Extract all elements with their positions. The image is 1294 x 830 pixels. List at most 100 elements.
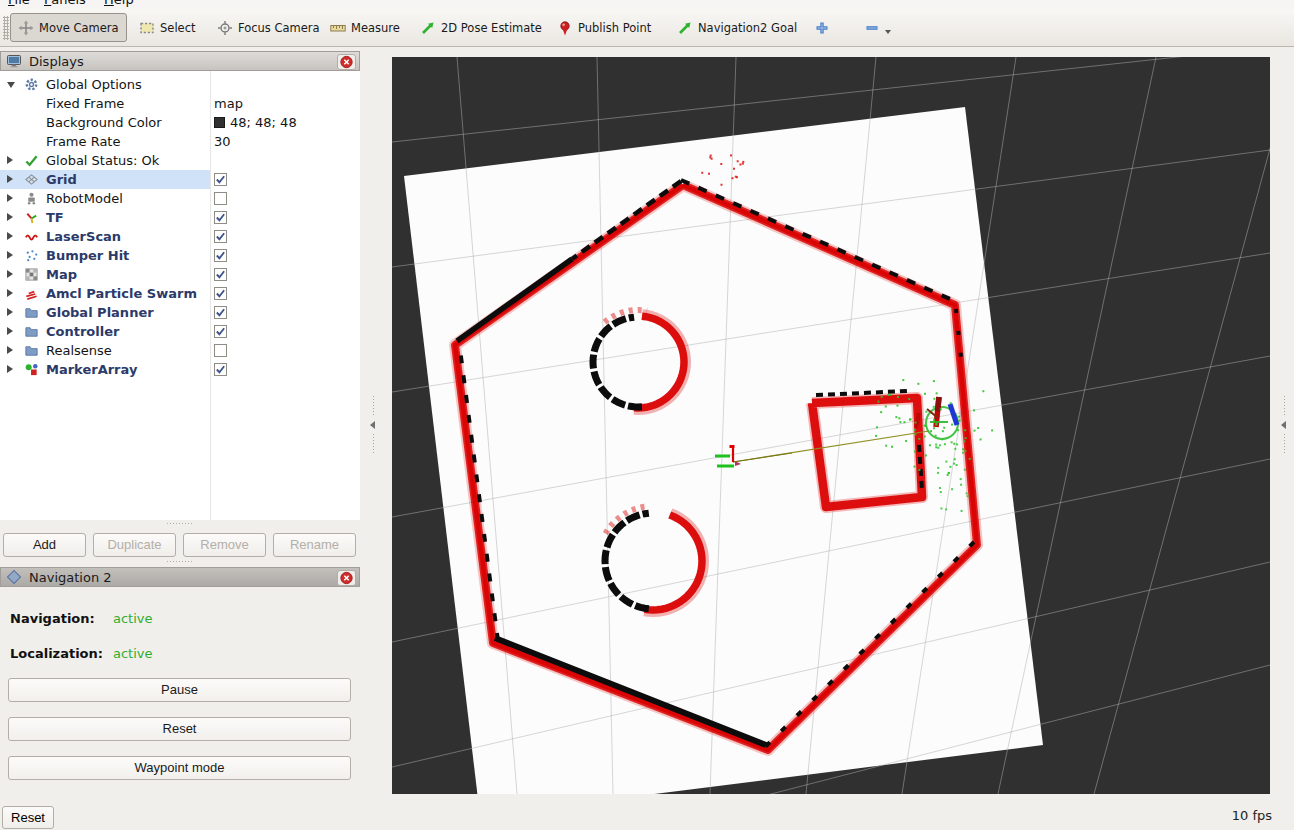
tree-row-tf[interactable]: TF	[0, 208, 360, 227]
localization-status: active	[113, 646, 153, 661]
expander-right-icon[interactable]	[7, 270, 13, 278]
tree-row-realsense[interactable]: Realsense	[0, 341, 360, 360]
particle-dot	[960, 484, 962, 486]
laser-fuzz-dot	[710, 155, 712, 157]
enable-checkbox[interactable]	[214, 211, 227, 224]
particle-dot	[951, 441, 953, 443]
displays-tree: Global OptionsFixed FramemapBackground C…	[0, 71, 360, 520]
tree-row-markerarray[interactable]: MarkerArray	[0, 360, 360, 379]
tool-select[interactable]: Select	[131, 13, 203, 42]
tree-row-robotmodel[interactable]: RobotModel	[0, 189, 360, 208]
reset-button[interactable]: Reset	[2, 806, 54, 829]
expander-right-icon[interactable]	[7, 346, 13, 354]
menu-file[interactable]: File	[8, 0, 30, 7]
tree-row-amcl-particle-swarm[interactable]: Amcl Particle Swarm	[0, 284, 360, 303]
particle-dot	[961, 510, 963, 512]
right-splitter-handle[interactable]	[1281, 395, 1289, 455]
tool-move-camera[interactable]: Move Camera	[10, 13, 127, 42]
waypoint-mode-button[interactable]: Waypoint mode	[8, 756, 351, 780]
enable-checkbox[interactable]	[214, 306, 227, 319]
particle-dot	[891, 446, 893, 448]
enable-checkbox[interactable]	[214, 230, 227, 243]
amcl-icon	[24, 286, 39, 301]
enable-checkbox[interactable]	[214, 268, 227, 281]
particle-dot	[933, 419, 935, 421]
tree-row-frame-rate[interactable]: Frame Rate30	[0, 132, 360, 151]
tool-focus-camera[interactable]: Focus Camera	[209, 13, 328, 42]
particle-dot	[935, 424, 937, 426]
displays-panel-title[interactable]: Displays	[0, 51, 360, 71]
remove-button[interactable]: Remove	[183, 533, 266, 557]
particle-dot	[950, 402, 952, 404]
expander-right-icon[interactable]	[7, 308, 13, 316]
tool-measure[interactable]: Measure	[322, 13, 408, 42]
tool-2d-pose-estimate[interactable]: 2D Pose Estimate	[412, 13, 550, 42]
displays-icon	[6, 53, 22, 69]
enable-checkbox[interactable]	[214, 287, 227, 300]
enable-checkbox[interactable]	[214, 192, 227, 205]
tool-navigation2-goal[interactable]: Navigation2 Goal	[669, 13, 805, 42]
map-icon	[24, 267, 39, 282]
nav2-close-button[interactable]	[337, 570, 356, 586]
tree-row-global-planner[interactable]: Global Planner	[0, 303, 360, 322]
pause-button[interactable]: Pause	[8, 678, 351, 702]
dropdown-caret[interactable]	[885, 30, 891, 34]
enable-checkbox[interactable]	[214, 249, 227, 262]
expander-right-icon[interactable]	[7, 232, 13, 240]
add-button[interactable]: Add	[3, 533, 86, 557]
particle-dot	[956, 464, 958, 466]
particle-dot	[885, 405, 887, 407]
minus-icon	[864, 20, 880, 36]
duplicate-button[interactable]: Duplicate	[93, 533, 176, 557]
expander-right-icon[interactable]	[7, 327, 13, 335]
expander-right-icon[interactable]	[7, 251, 13, 259]
splitter-dots[interactable]	[166, 560, 192, 564]
tree-row-global-status-ok[interactable]: Global Status: Ok	[0, 151, 360, 170]
tree-row-bumper-hit[interactable]: Bumper Hit	[0, 246, 360, 265]
enable-checkbox[interactable]	[214, 173, 227, 186]
tree-row-map[interactable]: Map	[0, 265, 360, 284]
tree-row-fixed-frame[interactable]: Fixed Framemap	[0, 94, 360, 113]
navigation-label: Navigation:	[10, 611, 95, 626]
tree-row-global-options[interactable]: Global Options	[0, 75, 360, 94]
menu-panels[interactable]: Panels	[44, 0, 86, 7]
displays-close-button[interactable]	[337, 54, 356, 70]
menu-bar: File Panels Help	[0, 0, 1294, 9]
pose-estimate-arrow-icon	[420, 20, 436, 36]
reset-button[interactable]: Reset	[8, 717, 351, 741]
rename-button[interactable]: Rename	[273, 533, 356, 557]
tree-row-laserscan[interactable]: LaserScan	[0, 227, 360, 246]
particle-dot	[962, 448, 964, 450]
expander-right-icon[interactable]	[7, 175, 13, 183]
particle-dot	[933, 380, 935, 382]
tree-row-grid[interactable]: Grid	[0, 170, 360, 189]
expander-right-icon[interactable]	[7, 213, 13, 221]
particle-dot	[949, 466, 951, 468]
3d-viewport[interactable]	[392, 57, 1270, 794]
robot-marker-red	[938, 397, 940, 411]
expander-right-icon[interactable]	[7, 365, 13, 373]
tree-row-controller[interactable]: Controller	[0, 322, 360, 341]
menu-help[interactable]: Help	[104, 0, 134, 7]
expander-right-icon[interactable]	[7, 194, 13, 202]
left-splitter-handle[interactable]	[370, 395, 378, 455]
expander-right-icon[interactable]	[7, 289, 13, 297]
enable-checkbox[interactable]	[214, 363, 227, 376]
tree-row-background-color[interactable]: Background Color48; 48; 48	[0, 113, 360, 132]
particle-dot	[930, 430, 932, 432]
zoom-out-button[interactable]	[856, 13, 888, 42]
particle-dot	[982, 390, 984, 392]
enable-checkbox[interactable]	[214, 325, 227, 338]
laser-fuzz-dot	[731, 177, 733, 179]
tool-publish-point[interactable]: Publish Point	[549, 13, 659, 42]
expander-down-icon[interactable]	[7, 82, 15, 88]
zoom-in-button[interactable]	[806, 13, 838, 42]
splitter-dots[interactable]	[166, 522, 192, 526]
enable-checkbox[interactable]	[214, 344, 227, 357]
particle-dot	[917, 383, 919, 385]
toolbar-drag-handle[interactable]	[3, 16, 9, 40]
expander-right-icon[interactable]	[7, 156, 13, 164]
nav2-panel-title[interactable]: Navigation 2	[0, 567, 360, 587]
laser-fuzz-dot	[730, 154, 732, 156]
particle-dot	[958, 416, 960, 418]
